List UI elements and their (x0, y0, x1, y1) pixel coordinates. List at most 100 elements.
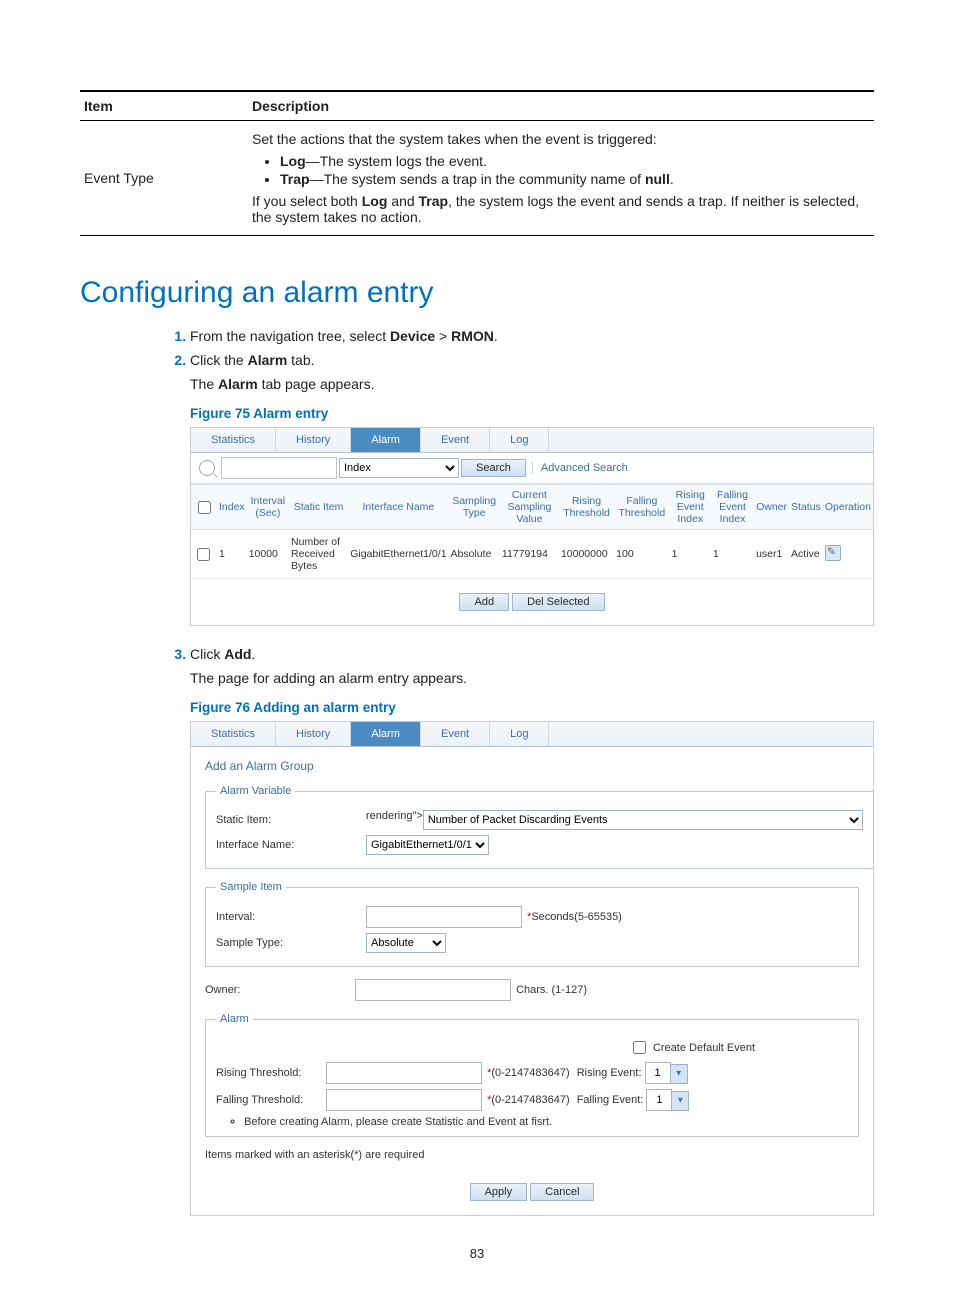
alarm-legend: Alarm (216, 1013, 253, 1025)
search-button[interactable]: Search (461, 459, 526, 477)
th-rising: Rising Threshold (559, 485, 614, 530)
th-curval: Current Sampling Value (500, 485, 559, 530)
desc-bullet-trap: Trap—The system sends a trap in the comm… (280, 171, 870, 187)
tab-row-2: Statistics History Alarm Event Log (191, 722, 873, 747)
falling-threshold-input[interactable] (326, 1089, 482, 1111)
page-number: 83 (80, 1246, 874, 1261)
tab-row: Statistics History Alarm Event Log (191, 428, 873, 453)
cancel-button[interactable]: Cancel (530, 1183, 594, 1201)
cell-index: 1 (217, 530, 247, 579)
static-item-label: Static Item: (216, 814, 366, 826)
definition-table: Item Description Event Type Set the acti… (80, 90, 874, 236)
th-owner: Owner (754, 485, 789, 530)
desc-intro: Set the actions that the system takes wh… (252, 131, 870, 147)
figure-75-screenshot: Statistics History Alarm Event Log Index… (190, 427, 874, 626)
th-stype: Sampling Type (449, 485, 500, 530)
edit-icon[interactable] (825, 545, 841, 561)
falling-event-label: Falling Event: (577, 1094, 644, 1106)
interval-hint: Seconds(5-65535) (531, 911, 622, 923)
alarm-variable-legend: Alarm Variable (216, 785, 295, 797)
cell-falling: 100 (614, 530, 669, 579)
figure-75-caption: Figure 75 Alarm entry (190, 406, 874, 421)
cell-stype: Absolute (449, 530, 500, 579)
cell-rising: 10000000 (559, 530, 614, 579)
interval-input[interactable] (366, 906, 522, 928)
th-fevent: Falling Event Index (711, 485, 754, 530)
sample-type-select[interactable]: Absolute (366, 933, 446, 953)
desc-bullet-log: Log—The system logs the event. (280, 153, 870, 169)
row-checkbox[interactable] (197, 548, 210, 561)
step-2: Click the Alarm tab. The Alarm tab page … (190, 352, 874, 626)
cell-revent: 1 (670, 530, 711, 579)
tab-event[interactable]: Event (421, 428, 490, 452)
advanced-search-link[interactable]: Advanced Search (532, 462, 628, 474)
alarm-table: Index Interval (Sec) Static Item Interfa… (191, 484, 873, 579)
search-field-select[interactable]: Index (339, 458, 459, 478)
alarm-variable-group: Alarm Variable Static Item: rendering"> … (205, 785, 874, 869)
before-creating-note: Before creating Alarm, please create Sta… (244, 1116, 848, 1128)
cell-ifname: GigabitEthernet1/0/1 (348, 530, 448, 579)
tab-statistics-2[interactable]: Statistics (191, 722, 276, 746)
th-status: Status (789, 485, 823, 530)
owner-input[interactable] (355, 979, 511, 1001)
rising-event-label: Rising Event: (577, 1067, 642, 1079)
interval-label: Interval: (216, 911, 366, 923)
step-2-body: The Alarm tab page appears. (190, 376, 874, 392)
sample-type-label: Sample Type: (216, 937, 366, 949)
step-1: From the navigation tree, select Device … (190, 328, 874, 344)
figure-76-screenshot: Statistics History Alarm Event Log Add a… (190, 721, 874, 1216)
owner-label: Owner: (205, 984, 355, 996)
th-interval: Interval (Sec) (247, 485, 289, 530)
th-ifname: Interface Name (348, 485, 448, 530)
search-input[interactable] (221, 457, 337, 479)
step-3: Click Add. The page for adding an alarm … (190, 646, 874, 1216)
rising-threshold-label: Rising Threshold: (216, 1067, 326, 1079)
add-button[interactable]: Add (459, 593, 509, 611)
figure-76-caption: Figure 76 Adding an alarm entry (190, 700, 874, 715)
falling-range-hint: (0-2147483647) (491, 1094, 569, 1106)
select-all-checkbox[interactable] (198, 501, 211, 514)
tab-statistics[interactable]: Statistics (191, 428, 276, 452)
required-footnote: Items marked with an asterisk(*) are req… (205, 1149, 859, 1161)
create-default-event-label: Create Default Event (653, 1042, 755, 1054)
apply-button[interactable]: Apply (470, 1183, 528, 1201)
table-row: 1 10000 Number of Received Bytes Gigabit… (191, 530, 873, 579)
th-operation: Operation (823, 485, 873, 530)
alarm-group: Alarm Create Default Event Rising Thresh… (205, 1013, 859, 1137)
chevron-down-icon[interactable]: ▾ (670, 1064, 688, 1084)
tab-log[interactable]: Log (490, 428, 549, 452)
th-item: Item (80, 91, 248, 121)
del-selected-button[interactable]: Del Selected (512, 593, 604, 611)
desc-post: If you select both Log and Trap, the sys… (252, 193, 870, 225)
tab-log-2[interactable]: Log (490, 722, 549, 746)
chevron-down-icon[interactable]: ▾ (671, 1091, 689, 1111)
tab-event-2[interactable]: Event (421, 722, 490, 746)
cell-static: Number of Received Bytes (289, 530, 348, 579)
falling-threshold-label: Falling Threshold: (216, 1094, 326, 1106)
sample-item-legend: Sample Item (216, 881, 286, 893)
owner-hint: Chars. (1-127) (516, 984, 587, 996)
tab-history-2[interactable]: History (276, 722, 351, 746)
th-falling: Falling Threshold (614, 485, 669, 530)
tab-alarm-2[interactable]: Alarm (351, 722, 421, 746)
rising-threshold-input[interactable] (326, 1062, 482, 1084)
interface-name-select[interactable]: GigabitEthernet1/0/1 (366, 835, 489, 855)
cell-owner: user1 (754, 530, 789, 579)
create-default-event-checkbox[interactable] (633, 1041, 646, 1054)
tab-history[interactable]: History (276, 428, 351, 452)
cell-status: Active (789, 530, 823, 579)
section-heading: Configuring an alarm entry (80, 276, 874, 310)
cell-fevent: 1 (711, 530, 754, 579)
rising-range-hint: (0-2147483647) (491, 1067, 569, 1079)
static-item-select[interactable]: Number of Packet Discarding Events (423, 810, 863, 830)
interface-name-label: Interface Name: (216, 839, 366, 851)
th-desc: Description (248, 91, 874, 121)
row-desc: Set the actions that the system takes wh… (248, 121, 874, 236)
row-item: Event Type (80, 121, 248, 236)
cell-interval: 10000 (247, 530, 289, 579)
step-3-body: The page for adding an alarm entry appea… (190, 670, 874, 686)
th-revent: Rising Event Index (670, 485, 711, 530)
rising-event-input[interactable] (645, 1062, 671, 1084)
falling-event-input[interactable] (646, 1089, 672, 1111)
tab-alarm[interactable]: Alarm (351, 428, 421, 452)
